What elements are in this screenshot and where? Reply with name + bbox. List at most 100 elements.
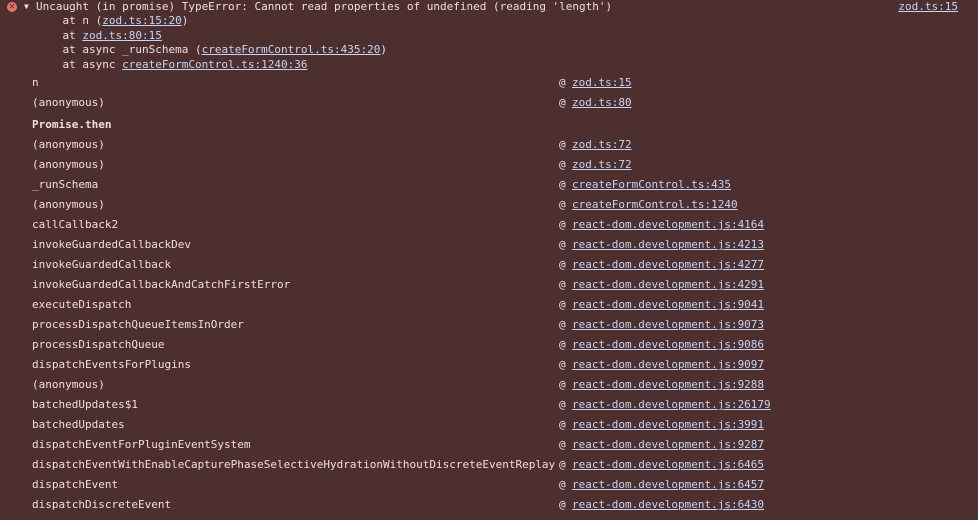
at-symbol: @ xyxy=(559,498,566,511)
stack-frame-source-link[interactable]: react-dom.development.js:6430 xyxy=(572,495,764,515)
stack-frame-function: (anonymous) xyxy=(32,198,105,211)
stack-frame-source-link[interactable]: react-dom.development.js:4164 xyxy=(572,215,764,235)
stack-frame-source-link[interactable]: zod.ts:15 xyxy=(572,73,632,93)
stack-frame-source-link[interactable]: react-dom.development.js:6457 xyxy=(572,475,764,495)
stack-frame-function: invokeGuardedCallbackAndCatchFirstError xyxy=(32,278,291,291)
trace-line: at async createFormControl.ts:1240:36 xyxy=(36,58,307,72)
stack-frame-row: batchedUpdates$1 @ react-dom.development.j… xyxy=(32,395,972,415)
stack-frame-row: batchedUpdates @ react-dom.development.js:… xyxy=(32,415,972,435)
at-symbol: @ xyxy=(559,258,566,271)
stack-frame-function: invokeGuardedCallback xyxy=(32,258,172,271)
stack-frame-row: executeDispatch @ react-dom.development.js… xyxy=(32,295,972,315)
at-symbol: @ xyxy=(559,158,566,171)
at-symbol: @ xyxy=(559,438,566,451)
trace-prefix: at n ( xyxy=(36,14,103,27)
at-symbol: @ xyxy=(559,178,566,191)
stack-frame-row: dispatchDiscreteEvent @ react-dom.developm… xyxy=(32,495,972,515)
async-separator-row: Promise.then xyxy=(32,115,972,135)
stack-frame-source-link[interactable]: zod.ts:72 xyxy=(572,135,632,155)
trace-link[interactable]: createFormControl.ts:435:20 xyxy=(202,43,381,56)
stack-frame-row: dispatchEventForPluginEventSystem @ react-… xyxy=(32,435,972,455)
stack-frame-function: processDispatchQueueItemsInOrder xyxy=(32,318,244,331)
stack-frame-source-link[interactable]: react-dom.development.js:3991 xyxy=(572,415,764,435)
trace-line: at async _runSchema (createFormControl.t… xyxy=(36,43,387,57)
stack-frame-source-link[interactable]: react-dom.development.js:4213 xyxy=(572,235,764,255)
stack-frame-function: (anonymous) xyxy=(32,138,105,151)
stack-frame-row: (anonymous) @ zod.ts:80 xyxy=(32,93,972,113)
at-symbol: @ xyxy=(559,458,566,471)
stack-frame-row: n @ zod.ts:15 xyxy=(32,73,972,93)
at-symbol: @ xyxy=(559,378,566,391)
error-message-text: Uncaught (in promise) TypeError: Cannot … xyxy=(36,0,613,13)
error-message-block[interactable]: ✕ ▼ Uncaught (in promise) TypeError: Can… xyxy=(0,0,978,72)
stack-frame-row: processDispatchQueue @ react-dom.developme… xyxy=(32,335,972,355)
stack-frame-function: (anonymous) xyxy=(32,158,105,171)
stack-frame-row: dispatchEvent @ react-dom.development.js:6… xyxy=(32,475,972,495)
stack-frame-source-link[interactable]: react-dom.development.js:9041 xyxy=(572,295,764,315)
stack-frame-function: dispatchEvent xyxy=(32,478,119,491)
trace-line: at n (zod.ts:15:20) xyxy=(36,14,188,28)
stack-frame-row: dispatchEventsForPlugins @ react-dom.devel… xyxy=(32,355,972,375)
async-label: Promise.then xyxy=(32,118,112,131)
at-symbol: @ xyxy=(559,76,566,89)
stack-frame-source-link[interactable]: react-dom.development.js:6465 xyxy=(572,455,764,475)
trace-line: at zod.ts:80:15 xyxy=(36,29,161,43)
stack-frame-function: dispatchEventForPluginEventSystem xyxy=(32,438,251,451)
at-symbol: @ xyxy=(559,358,566,371)
stack-frame-function: _runSchema xyxy=(32,178,99,191)
stack-frame-function: dispatchEventsForPlugins xyxy=(32,358,191,371)
stack-frame-function: batchedUpdates$1 xyxy=(32,398,138,411)
stack-frame-source-link[interactable]: react-dom.development.js:9288 xyxy=(572,375,764,395)
expand-triangle-icon[interactable]: ▼ xyxy=(24,1,29,13)
stack-frame-function: (anonymous) xyxy=(32,96,105,109)
trace-prefix: at async _runSchema ( xyxy=(36,43,202,56)
at-symbol: @ xyxy=(559,218,566,231)
stack-frame-function: (anonymous) xyxy=(32,378,105,391)
stack-frame-row: (anonymous) @ zod.ts:72 xyxy=(32,135,972,155)
stack-frame-source-link[interactable]: react-dom.development.js:9086 xyxy=(572,335,764,355)
stack-frame-source-link[interactable]: react-dom.development.js:4277 xyxy=(572,255,764,275)
stack-frame-source-link[interactable]: react-dom.development.js:4291 xyxy=(572,275,764,295)
error-circle-icon: ✕ xyxy=(7,2,17,12)
stack-frame-source-link[interactable]: react-dom.development.js:9073 xyxy=(572,315,764,335)
stack-frame-row: (anonymous) @ react-dom.development.js:928… xyxy=(32,375,972,395)
at-symbol: @ xyxy=(559,96,566,109)
stack-frame-source-link[interactable]: react-dom.development.js:26179 xyxy=(572,395,771,415)
stack-frame-row: _runSchema @ createFormControl.ts:435 xyxy=(32,175,972,195)
stack-frame-function: dispatchEventWithEnableCapturePhaseSelec… xyxy=(32,458,556,471)
trace-suffix: ) xyxy=(181,14,189,27)
stack-frame-source-link[interactable]: react-dom.development.js:9097 xyxy=(572,355,764,375)
stack-frame-function: n xyxy=(32,76,39,89)
at-symbol: @ xyxy=(559,338,566,351)
trace-suffix: ) xyxy=(380,43,388,56)
stack-frame-row: invokeGuardedCallbackAndCatchFirstError @… xyxy=(32,275,972,295)
trace-link[interactable]: createFormControl.ts:1240:36 xyxy=(122,58,307,71)
at-symbol: @ xyxy=(559,318,566,331)
stack-frame-source-link[interactable]: react-dom.development.js:9287 xyxy=(572,435,764,455)
at-symbol: @ xyxy=(559,238,566,251)
stack-frame-source-link[interactable]: zod.ts:80 xyxy=(572,93,632,113)
trace-prefix: at async xyxy=(36,58,123,71)
stack-frame-row: callCallback2 @ react-dom.development.js:4… xyxy=(32,215,972,235)
at-symbol: @ xyxy=(559,478,566,491)
at-symbol: @ xyxy=(559,398,566,411)
stack-frame-row: processDispatchQueueItemsInOrder @ react-d… xyxy=(32,315,972,335)
stack-frame-row: invokeGuardedCallbackDev @ react-dom.devel… xyxy=(32,235,972,255)
stack-frame-function: executeDispatch xyxy=(32,298,132,311)
stack-frame-source-link[interactable]: zod.ts:72 xyxy=(572,155,632,175)
trace-link[interactable]: zod.ts:80:15 xyxy=(82,29,161,42)
stack-frame-function: dispatchDiscreteEvent xyxy=(32,498,172,511)
at-symbol: @ xyxy=(559,298,566,311)
at-symbol: @ xyxy=(559,418,566,431)
error-source-link[interactable]: zod.ts:15 xyxy=(898,0,958,14)
stack-frame-function: invokeGuardedCallbackDev xyxy=(32,238,191,251)
stack-frame-row: dispatchEventWithEnableCapturePhaseSelec… xyxy=(32,455,972,475)
trace-link[interactable]: zod.ts:15:20 xyxy=(102,14,181,27)
stack-frame-source-link[interactable]: createFormControl.ts:1240 xyxy=(572,195,738,215)
stack-frame-source-link[interactable]: createFormControl.ts:435 xyxy=(572,175,731,195)
stack-frame-function: batchedUpdates xyxy=(32,418,125,431)
at-symbol: @ xyxy=(559,198,566,211)
at-symbol: @ xyxy=(559,278,566,291)
at-symbol: @ xyxy=(559,138,566,151)
stack-frame-row: (anonymous) @ createFormControl.ts:1240 xyxy=(32,195,972,215)
